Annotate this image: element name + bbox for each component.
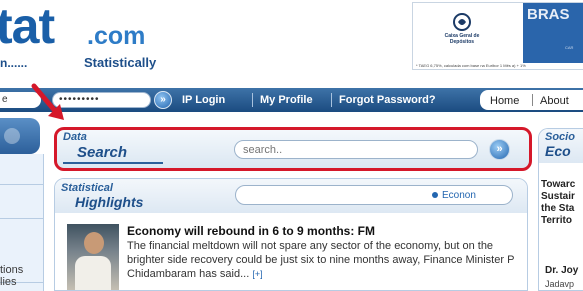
left-sidebar: tions lies [0,118,44,291]
banner-subtext: CAR [565,45,574,50]
forgot-password-link[interactable]: Forgot Password? [339,94,436,106]
sidebar-divider [0,218,44,219]
tagline-prefix: n...... [0,56,28,70]
banner-logo-area: Caixa Geral de Depósitos [413,3,523,63]
news-body: The financial meltdown will not spare an… [127,239,525,281]
banner-fine-print: * TAEG 6,75%, calculada com base na Euri… [416,63,526,68]
red-arrow-icon [31,83,64,120]
statistical-highlights-panel: Statistical Highlights Econon Economy wi… [54,178,528,291]
search-title-underline [63,162,163,164]
nav-separator [252,93,253,107]
sidebar-item-partial[interactable]: lies [0,276,17,288]
search-go-button[interactable]: » [489,139,510,160]
sidebar-tab-icon [4,128,20,144]
right-panel-header: Socio Eco [539,129,583,163]
banner-headline: BRAS [527,6,570,23]
sidebar-item-partial[interactable]: tions [0,264,23,276]
ticker-bullet-icon [432,192,438,198]
home-link[interactable]: Home [490,95,519,107]
site-logo[interactable]: tat [0,0,55,52]
ticker-text[interactable]: Econon [442,190,476,201]
article-author: Dr. Joy [545,265,579,276]
sidebar-header-tab [0,118,40,154]
nav-separator [331,93,332,107]
login-go-button[interactable]: » [154,91,172,109]
news-photo-face [84,232,104,254]
nav-separator [532,94,533,106]
advertisement-banner[interactable]: Caixa Geral de Depósitos BRAS CAR * TAEG… [412,2,583,70]
ip-login-link[interactable]: IP Login [182,94,225,106]
article-affiliation: Jadavp [545,279,575,289]
read-more-link[interactable]: [+] [252,269,262,279]
right-panel-title: Eco [545,143,571,159]
search-title-small: Data [63,131,87,143]
article-title-line[interactable]: the Sta [541,203,574,214]
search-title: Search [77,144,128,161]
news-photo-body [75,256,111,290]
nav-secondary-links: Home About [480,90,583,110]
about-link[interactable]: About [540,95,569,107]
banner-brand-text: Caixa Geral de Depósitos [444,33,480,45]
site-logo-suffix[interactable]: .com [87,22,145,51]
news-headline[interactable]: Economy will rebound in 6 to 9 months: F… [127,224,375,238]
my-profile-link[interactable]: My Profile [260,94,313,106]
bank-logo-icon [453,13,471,31]
article-title-line[interactable]: Towarc [541,179,575,190]
highlights-header: Statistical Highlights Econon [55,179,527,213]
sidebar-divider [0,184,44,185]
highlights-ticker[interactable]: Econon [235,185,513,205]
right-panel-title-small: Socio [545,131,575,143]
article-title-line[interactable]: Territo [541,215,572,226]
highlights-title: Highlights [75,194,144,210]
banner-promo-area: BRAS CAR [523,3,583,63]
news-body-text: The financial meltdown will not spare an… [127,240,515,280]
site-tagline: Statistically [84,55,157,70]
news-photo[interactable] [67,224,119,290]
site-header: tat .com n...... Statistically Caixa Ger… [0,0,583,80]
top-navigation-bar: e ••••••••• » IP Login My Profile Forgot… [0,88,583,112]
article-title-line[interactable]: Sustair [541,191,575,202]
data-search-input[interactable] [234,140,478,159]
socio-economic-panel: Socio Eco Towarc Sustair the Sta Territo… [538,128,583,291]
highlights-title-small: Statistical [61,182,113,194]
data-search-panel: Data Search » [54,127,532,171]
sidebar-list: tions [0,154,44,291]
